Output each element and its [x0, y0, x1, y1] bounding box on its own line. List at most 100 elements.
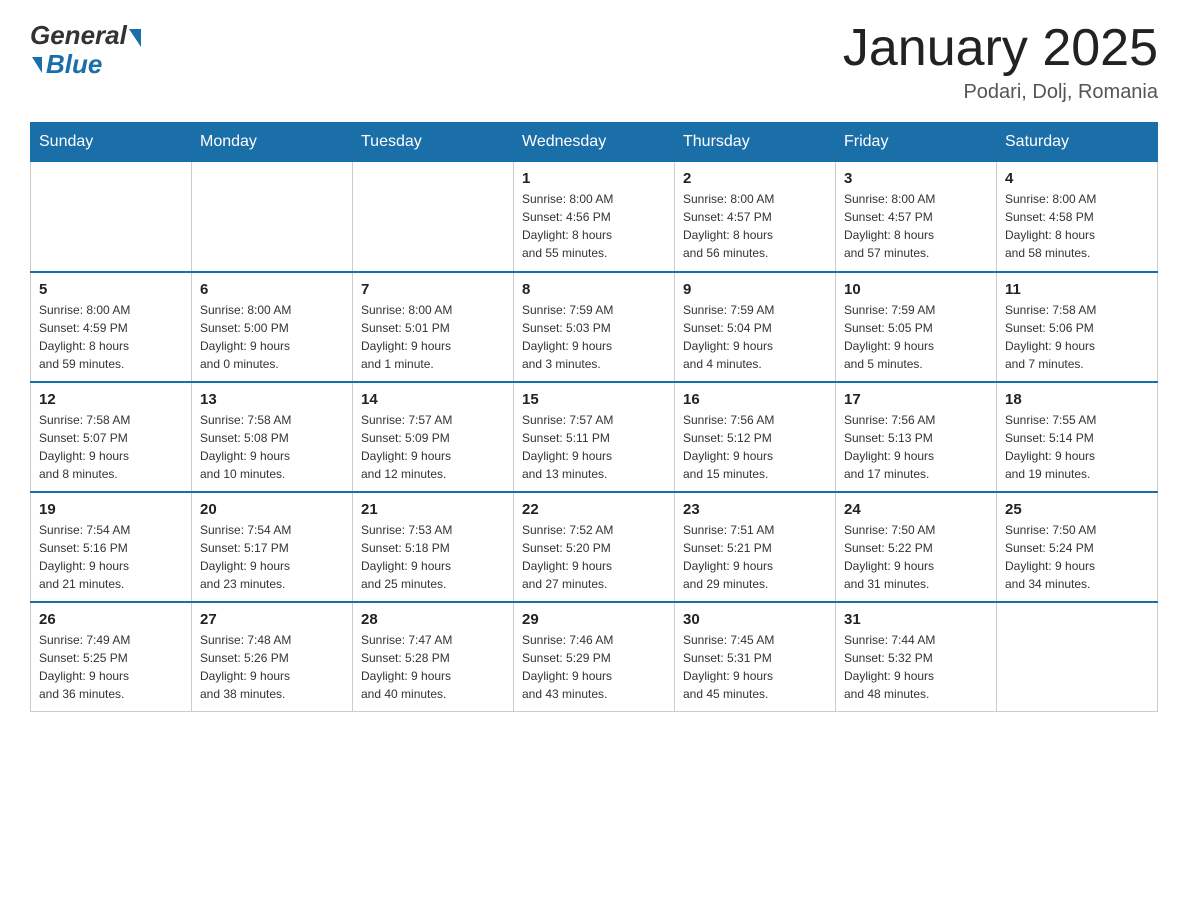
day-cell: 2Sunrise: 8:00 AM Sunset: 4:57 PM Daylig… — [675, 162, 836, 272]
day-number: 12 — [39, 391, 183, 408]
day-cell: 1 Sunrise: 8:00 AM Sunset: 4:56 PM Daylig… — [514, 162, 675, 272]
day-number: 29 — [522, 611, 666, 628]
week-row-4: 19Sunrise: 7:54 AM Sunset: 5:16 PM Dayli… — [31, 492, 1158, 602]
day-cell: 10Sunrise: 7:59 AM Sunset: 5:05 PM Dayli… — [836, 272, 997, 382]
week-row-1: 1 Sunrise: 8:00 AM Sunset: 4:56 PM Daylig… — [31, 162, 1158, 272]
day-cell: 15 Sunrise: 7:57 AM Sunset: 5:11 PM Dayli… — [514, 382, 675, 492]
day-number: 8 — [522, 281, 666, 298]
day-info: Sunrise: 7:57 AM Sunset: 5:09 PM Dayligh… — [361, 411, 505, 483]
day-info: Sunrise: 7:59 AM Sunset: 5:03 PM Dayligh… — [522, 301, 666, 373]
day-info: Sunrise: 7:58 AM Sunset: 5:07 PM Dayligh… — [39, 411, 183, 483]
day-info: Sunrise: 8:00 AM Sunset: 4:56 PM Dayligh… — [522, 190, 666, 262]
day-number: 30 — [683, 611, 827, 628]
title-area: January 2025 Podari, Dolj, Romania — [843, 20, 1158, 104]
day-number: 6 — [200, 281, 344, 298]
day-info: Sunrise: 7:49 AM Sunset: 5:25 PM Dayligh… — [39, 631, 183, 703]
day-number: 15 — [522, 391, 666, 408]
day-info: Sunrise: 8:00 AM Sunset: 5:01 PM Dayligh… — [361, 301, 505, 373]
day-cell: 3 Sunrise: 8:00 AM Sunset: 4:57 PM Daylig… — [836, 162, 997, 272]
day-number: 27 — [200, 611, 344, 628]
day-number: 3 — [844, 170, 988, 187]
day-number: 5 — [39, 281, 183, 298]
day-info: Sunrise: 8:00 AM Sunset: 4:57 PM Dayligh… — [844, 190, 988, 262]
day-info: Sunrise: 7:54 AM Sunset: 5:17 PM Dayligh… — [200, 521, 344, 593]
day-number: 10 — [844, 281, 988, 298]
day-info: Sunrise: 7:48 AM Sunset: 5:26 PM Dayligh… — [200, 631, 344, 703]
day-cell: 29 Sunrise: 7:46 AM Sunset: 5:29 PM Dayli… — [514, 602, 675, 712]
col-friday: Friday — [836, 123, 997, 162]
day-cell: 6Sunrise: 8:00 AM Sunset: 5:00 PM Daylig… — [192, 272, 353, 382]
day-info: Sunrise: 7:56 AM Sunset: 5:13 PM Dayligh… — [844, 411, 988, 483]
day-cell: 9Sunrise: 7:59 AM Sunset: 5:04 PM Daylig… — [675, 272, 836, 382]
col-wednesday: Wednesday — [514, 123, 675, 162]
header-row: Sunday Monday Tuesday Wednesday Thursday… — [31, 123, 1158, 162]
calendar-header: Sunday Monday Tuesday Wednesday Thursday… — [31, 123, 1158, 162]
day-info: Sunrise: 8:00 AM Sunset: 4:58 PM Dayligh… — [1005, 190, 1149, 262]
day-number: 14 — [361, 391, 505, 408]
day-cell: 27 Sunrise: 7:48 AM Sunset: 5:26 PM Dayli… — [192, 602, 353, 712]
day-info: Sunrise: 8:00 AM Sunset: 4:57 PM Dayligh… — [683, 190, 827, 262]
day-info: Sunrise: 7:50 AM Sunset: 5:24 PM Dayligh… — [1005, 521, 1149, 593]
day-number: 22 — [522, 501, 666, 518]
day-number: 31 — [844, 611, 988, 628]
day-cell: 17Sunrise: 7:56 AM Sunset: 5:13 PM Dayli… — [836, 382, 997, 492]
day-cell: 28 Sunrise: 7:47 AM Sunset: 5:28 PM Dayli… — [353, 602, 514, 712]
day-cell: 5 Sunrise: 8:00 AM Sunset: 4:59 PM Daylig… — [31, 272, 192, 382]
day-info: Sunrise: 7:55 AM Sunset: 5:14 PM Dayligh… — [1005, 411, 1149, 483]
day-info: Sunrise: 7:50 AM Sunset: 5:22 PM Dayligh… — [844, 521, 988, 593]
day-info: Sunrise: 7:57 AM Sunset: 5:11 PM Dayligh… — [522, 411, 666, 483]
day-cell: 8 Sunrise: 7:59 AM Sunset: 5:03 PM Daylig… — [514, 272, 675, 382]
day-number: 16 — [683, 391, 827, 408]
day-cell: 20 Sunrise: 7:54 AM Sunset: 5:17 PM Dayli… — [192, 492, 353, 602]
col-saturday: Saturday — [997, 123, 1158, 162]
day-info: Sunrise: 7:56 AM Sunset: 5:12 PM Dayligh… — [683, 411, 827, 483]
day-info: Sunrise: 7:44 AM Sunset: 5:32 PM Dayligh… — [844, 631, 988, 703]
day-cell — [997, 602, 1158, 712]
page-header: General Blue January 2025 Podari, Dolj, … — [30, 20, 1158, 104]
day-cell: 13Sunrise: 7:58 AM Sunset: 5:08 PM Dayli… — [192, 382, 353, 492]
day-cell — [31, 162, 192, 272]
day-number: 1 — [522, 170, 666, 187]
day-cell: 22 Sunrise: 7:52 AM Sunset: 5:20 PM Dayli… — [514, 492, 675, 602]
day-info: Sunrise: 8:00 AM Sunset: 4:59 PM Dayligh… — [39, 301, 183, 373]
day-cell: 25 Sunrise: 7:50 AM Sunset: 5:24 PM Dayli… — [997, 492, 1158, 602]
col-sunday: Sunday — [31, 123, 192, 162]
day-cell: 18 Sunrise: 7:55 AM Sunset: 5:14 PM Dayli… — [997, 382, 1158, 492]
logo-blue-text: Blue — [46, 49, 102, 80]
day-number: 4 — [1005, 170, 1149, 187]
day-number: 25 — [1005, 501, 1149, 518]
day-number: 9 — [683, 281, 827, 298]
col-tuesday: Tuesday — [353, 123, 514, 162]
day-cell: 24Sunrise: 7:50 AM Sunset: 5:22 PM Dayli… — [836, 492, 997, 602]
col-monday: Monday — [192, 123, 353, 162]
day-number: 11 — [1005, 281, 1149, 298]
day-number: 19 — [39, 501, 183, 518]
day-number: 21 — [361, 501, 505, 518]
logo-general-text: General — [30, 20, 127, 51]
day-cell: 16 Sunrise: 7:56 AM Sunset: 5:12 PM Dayli… — [675, 382, 836, 492]
day-cell: 7 Sunrise: 8:00 AM Sunset: 5:01 PM Daylig… — [353, 272, 514, 382]
day-cell: 12 Sunrise: 7:58 AM Sunset: 5:07 PM Dayli… — [31, 382, 192, 492]
day-info: Sunrise: 7:52 AM Sunset: 5:20 PM Dayligh… — [522, 521, 666, 593]
logo: General Blue — [30, 20, 141, 80]
day-number: 20 — [200, 501, 344, 518]
day-cell: 21Sunrise: 7:53 AM Sunset: 5:18 PM Dayli… — [353, 492, 514, 602]
day-number: 18 — [1005, 391, 1149, 408]
day-info: Sunrise: 7:46 AM Sunset: 5:29 PM Dayligh… — [522, 631, 666, 703]
day-cell: 30 Sunrise: 7:45 AM Sunset: 5:31 PM Dayli… — [675, 602, 836, 712]
day-number: 23 — [683, 501, 827, 518]
calendar-table: Sunday Monday Tuesday Wednesday Thursday… — [30, 122, 1158, 712]
day-info: Sunrise: 7:45 AM Sunset: 5:31 PM Dayligh… — [683, 631, 827, 703]
day-cell: 14 Sunrise: 7:57 AM Sunset: 5:09 PM Dayli… — [353, 382, 514, 492]
day-cell: 19Sunrise: 7:54 AM Sunset: 5:16 PM Dayli… — [31, 492, 192, 602]
day-number: 28 — [361, 611, 505, 628]
week-row-2: 5 Sunrise: 8:00 AM Sunset: 4:59 PM Daylig… — [31, 272, 1158, 382]
day-cell: 23Sunrise: 7:51 AM Sunset: 5:21 PM Dayli… — [675, 492, 836, 602]
day-cell: 31 Sunrise: 7:44 AM Sunset: 5:32 PM Dayli… — [836, 602, 997, 712]
day-number: 7 — [361, 281, 505, 298]
week-row-5: 26Sunrise: 7:49 AM Sunset: 5:25 PM Dayli… — [31, 602, 1158, 712]
day-info: Sunrise: 7:47 AM Sunset: 5:28 PM Dayligh… — [361, 631, 505, 703]
day-info: Sunrise: 7:58 AM Sunset: 5:06 PM Dayligh… — [1005, 301, 1149, 373]
day-cell — [192, 162, 353, 272]
day-number: 13 — [200, 391, 344, 408]
